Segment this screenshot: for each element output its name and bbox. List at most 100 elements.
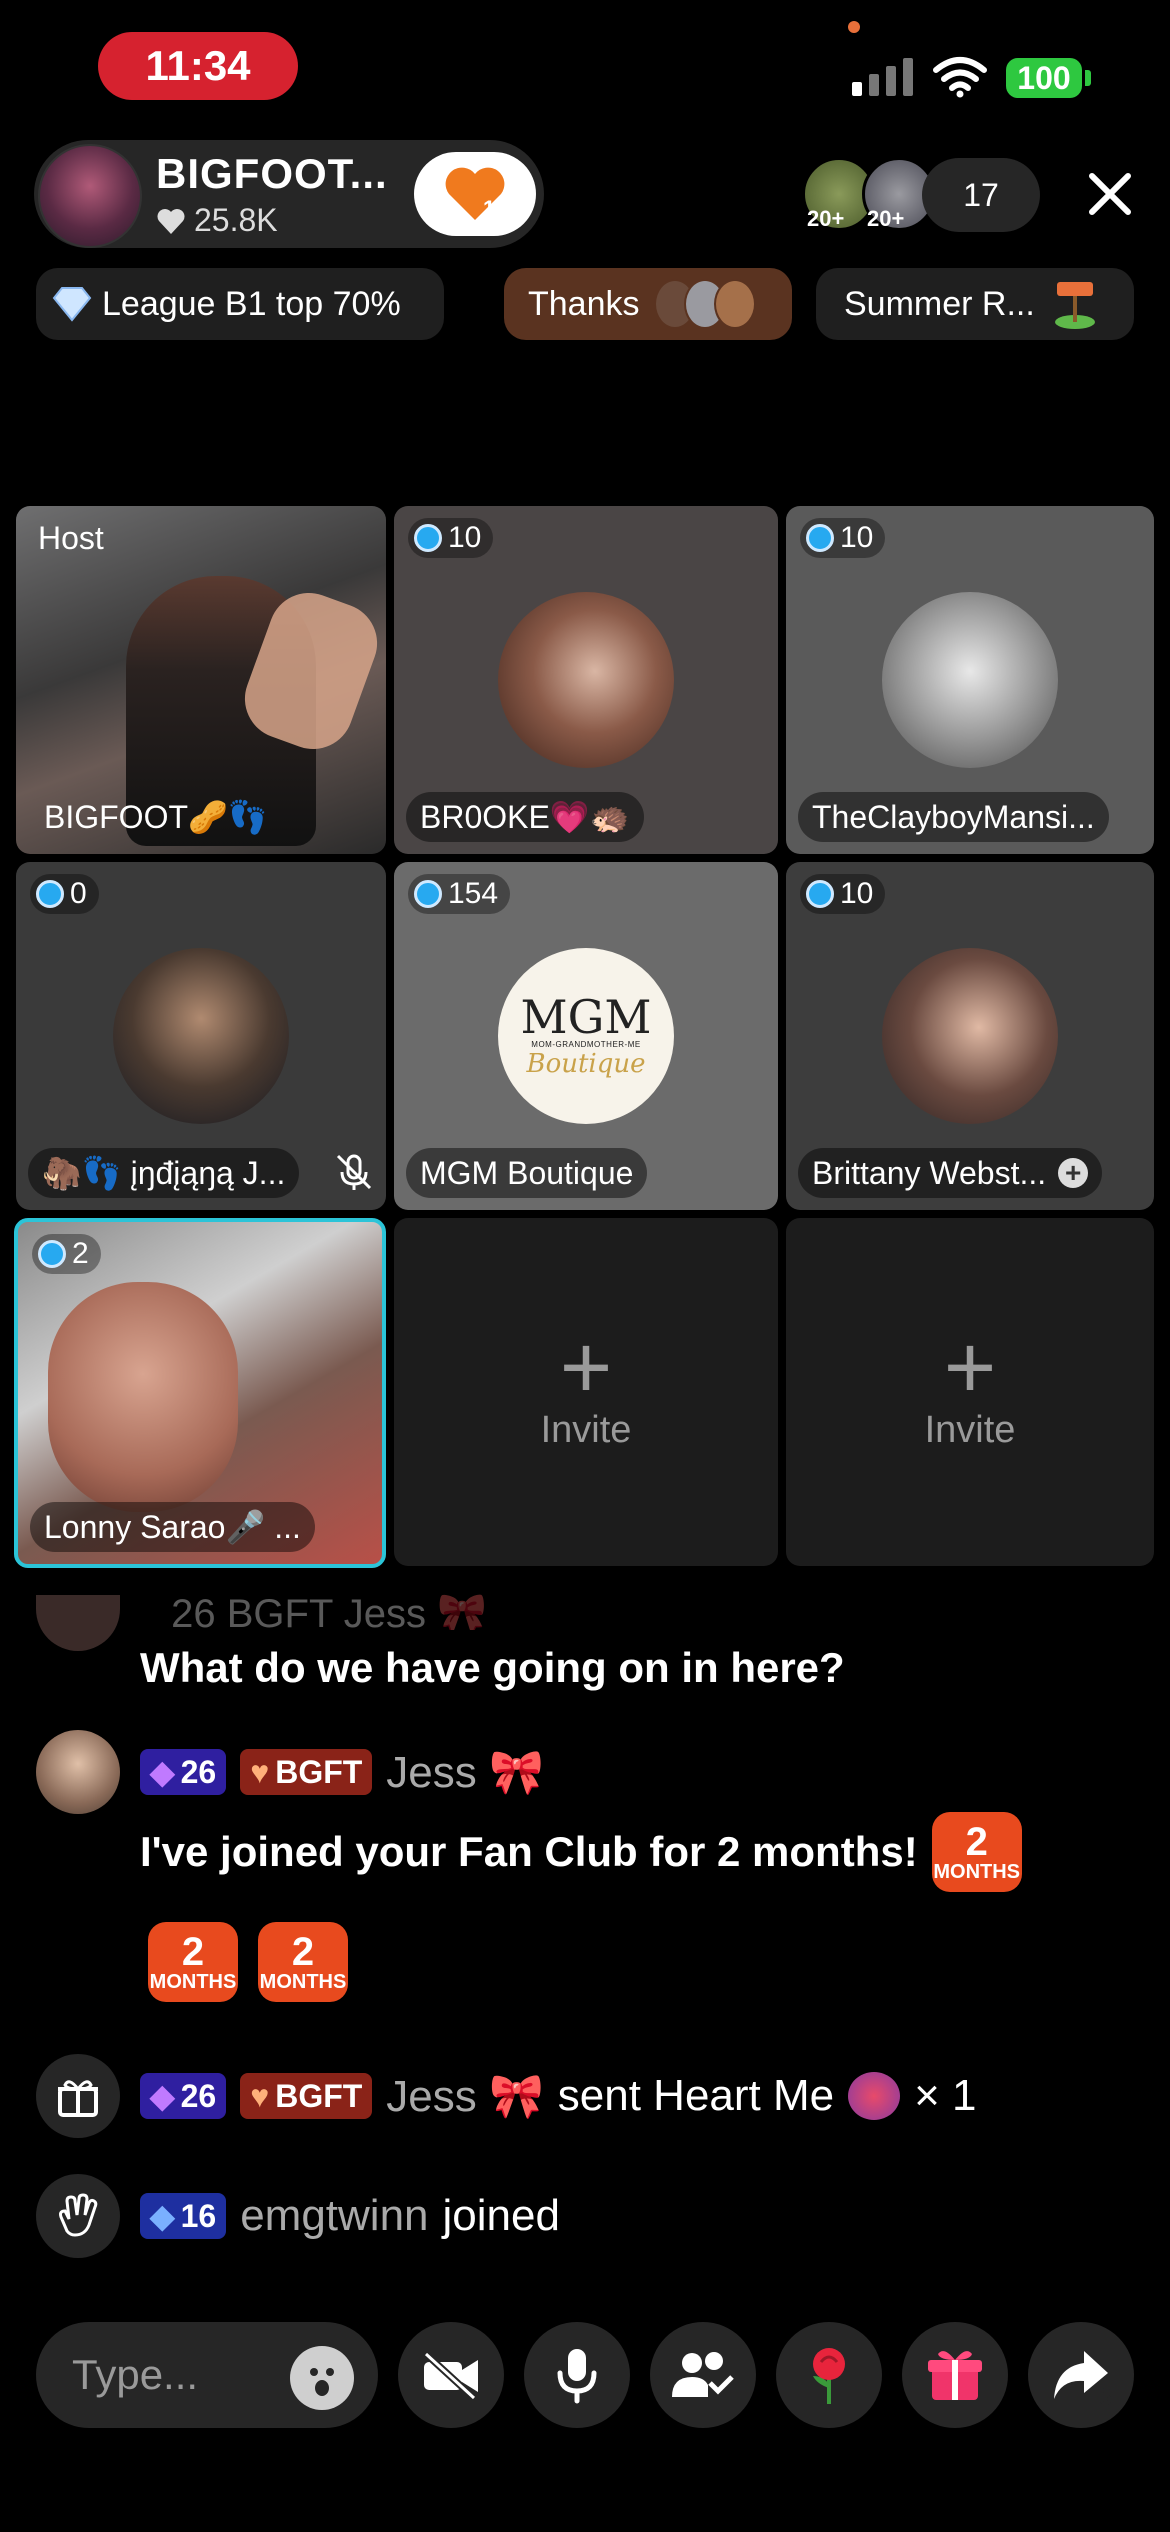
months-badge: 2 MONTHS xyxy=(931,1812,1022,1892)
plus-icon: + xyxy=(559,1317,613,1418)
chat-avatar[interactable] xyxy=(36,1730,120,1814)
thanks-label: Thanks xyxy=(528,284,640,323)
level-badge: ◆ 16 xyxy=(140,2193,227,2239)
start-sign-icon xyxy=(1054,282,1095,329)
club-name: BGFT xyxy=(275,2077,363,2114)
rose-gift-button[interactable] xyxy=(776,2322,882,2428)
diamond-icon: ◆ xyxy=(150,2078,175,2114)
rose-icon xyxy=(813,2348,845,2404)
level-badge: ◆ 26 xyxy=(140,2073,227,2119)
wave-icon xyxy=(36,2174,120,2258)
chat-message: ◆ 26 ♥ BGFT Jess 🎀 xyxy=(36,1730,544,1814)
join-action: joined xyxy=(442,2191,560,2240)
participant-score: 2 xyxy=(32,1234,101,1274)
host-likes: 25.8K xyxy=(156,202,278,239)
emoji-icon[interactable] xyxy=(290,2346,354,2410)
fan-club-button[interactable]: 12 xyxy=(414,152,536,236)
diamond-icon xyxy=(52,287,92,322)
league-chip[interactable]: League B1 top 70% xyxy=(36,268,444,340)
chat-username[interactable]: Jess 🎀 xyxy=(386,1746,543,1798)
host-avatar[interactable] xyxy=(38,144,142,248)
participant-video-face xyxy=(48,1282,238,1512)
months-badge: 2 MONTHS xyxy=(148,1922,238,2002)
add-friend-icon[interactable]: + xyxy=(1058,1157,1089,1188)
summer-label: Summer R... xyxy=(844,284,1035,323)
summer-event-chip[interactable]: Summer R... xyxy=(816,268,1134,340)
camera-off-button[interactable] xyxy=(398,2322,504,2428)
faded-line-text: 26 BGFT Jess 🎀 xyxy=(171,1592,487,1630)
signal-icon xyxy=(852,58,913,96)
months-stickers: 2 MONTHS 2 MONTHS xyxy=(148,1922,348,2002)
host-likes-count: 25.8K xyxy=(194,202,278,238)
fan-heart-icon: 12 xyxy=(445,167,507,221)
participant-tile[interactable]: 154 MGM MOM-GRANDMOTHER-ME Boutique MGM … xyxy=(394,862,778,1210)
heart-icon: ♥ xyxy=(250,1753,270,1790)
participant-score: 0 xyxy=(30,874,99,914)
invite-slot[interactable]: + Invite xyxy=(786,1218,1154,1566)
plus-icon: + xyxy=(943,1317,997,1418)
gear-icon xyxy=(414,524,442,552)
thanks-chip[interactable]: Thanks xyxy=(504,268,792,340)
participant-tile[interactable]: 10 Brittany Webst... + xyxy=(786,862,1154,1210)
thanks-avatars xyxy=(653,279,756,329)
viewer-avatar-tag: 20+ xyxy=(867,206,905,231)
invite-label: Invite xyxy=(924,1408,1016,1451)
share-button[interactable]: 6 xyxy=(1028,2322,1134,2428)
participant-name: Brittany Webst... + xyxy=(798,1148,1103,1198)
diamond-icon: ◆ xyxy=(150,2198,175,2234)
level-value: 26 xyxy=(180,1753,217,1790)
guests-button[interactable] xyxy=(650,2322,756,2428)
score-value: 0 xyxy=(70,877,87,910)
participant-score: 10 xyxy=(800,518,886,558)
gift-box-icon xyxy=(928,2351,982,2400)
participant-tile[interactable]: 10 TheClayboyMansi... xyxy=(786,506,1154,854)
gear-icon xyxy=(414,880,442,908)
chat-join-message: ◆ 16 emgtwinn joined xyxy=(36,2174,560,2258)
fan-club-level: 12 xyxy=(483,196,507,221)
viewer-avatar-tag: 20+ xyxy=(807,206,845,231)
heart-icon: ♥ xyxy=(250,2077,270,2114)
logo-line1: MGM xyxy=(520,989,652,1044)
league-label: League B1 top 70% xyxy=(102,284,401,323)
share-count: 6 xyxy=(1098,2384,1112,2411)
participant-tile[interactable]: 0 🦣👣 įŋđįąŋą J... xyxy=(16,862,386,1210)
viewer-count[interactable]: 17 xyxy=(922,158,1040,232)
gift-action: sent Heart Me xyxy=(557,2071,835,2120)
participant-tile-speaking[interactable]: 2 Lonny Sarao🎤 ... xyxy=(14,1218,386,1568)
gear-icon xyxy=(806,880,834,908)
chat-message-text: I've joined your Fan Club for 2 months! xyxy=(140,1828,918,1875)
host-name[interactable]: BIGFOOT... xyxy=(156,150,388,198)
invite-slot[interactable]: + Invite xyxy=(394,1218,778,1566)
mgm-boutique-logo: MGM MOM-GRANDMOTHER-ME Boutique xyxy=(498,948,674,1124)
score-value: 10 xyxy=(840,877,874,910)
participant-tile[interactable]: 10 BR0OKE💗🦔 xyxy=(394,506,778,854)
wifi-icon xyxy=(933,57,987,98)
gift-button[interactable] xyxy=(902,2322,1008,2428)
participant-avatar xyxy=(882,592,1058,768)
chat-gift-message: ◆ 26 ♥ BGFT Jess 🎀 sent Heart Me × 1 xyxy=(36,2054,977,2138)
chat-message-text: What do we have going on in here? xyxy=(140,1644,845,1691)
fan-club-badge: ♥ BGFT xyxy=(240,1749,373,1795)
mic-icon xyxy=(557,2349,597,2404)
close-icon[interactable] xyxy=(1080,164,1140,224)
fan-club-badge: ♥ BGFT xyxy=(240,2073,373,2119)
chat-avatar[interactable] xyxy=(36,1595,120,1651)
top-viewers[interactable]: 20+ 20+ xyxy=(802,156,936,232)
level-value: 26 xyxy=(180,2077,217,2114)
participant-name: 🦣👣 įŋđįąŋą J... xyxy=(28,1148,300,1198)
host-video-tile[interactable]: Host BIGFOOT🥜👣 xyxy=(16,506,386,854)
host-label: Host xyxy=(38,520,104,556)
participant-avatar xyxy=(498,592,674,768)
months-badge: 2 MONTHS xyxy=(258,1922,348,2002)
recording-indicator xyxy=(848,21,860,33)
chat-message-body: I've joined your Fan Club for 2 months! … xyxy=(140,1812,1022,1892)
mic-button[interactable] xyxy=(524,2322,630,2428)
participant-name: BIGFOOT🥜👣 xyxy=(44,799,268,835)
chat-username[interactable]: emgtwinn xyxy=(240,2191,428,2241)
guests-icon xyxy=(672,2352,734,2397)
participant-name-text: Brittany Webst... xyxy=(812,1154,1047,1191)
participant-name: TheClayboyMansi... xyxy=(798,792,1109,842)
chat-username[interactable]: Jess 🎀 xyxy=(386,2070,543,2122)
participant-name: Lonny Sarao🎤 ... xyxy=(30,1502,315,1552)
score-value: 2 xyxy=(72,1237,89,1270)
